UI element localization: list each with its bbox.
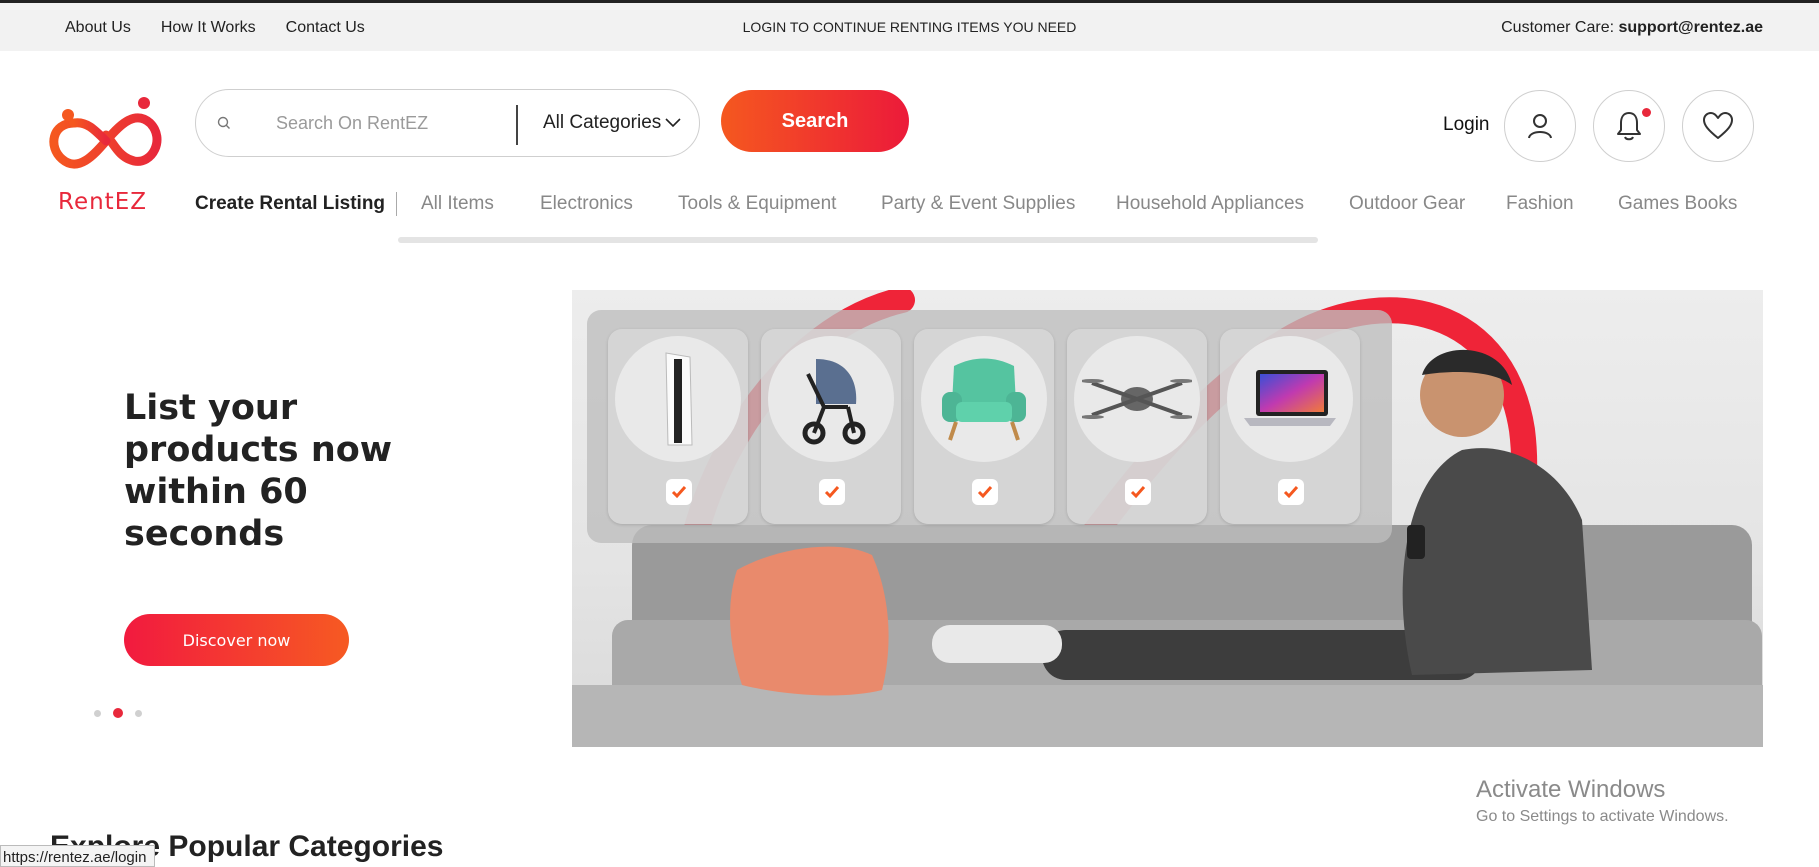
contact-us-link[interactable]: Contact Us (286, 19, 365, 37)
product-tile-laptop[interactable] (1220, 329, 1360, 524)
create-rental-listing-link[interactable]: Create Rental Listing (195, 193, 385, 215)
discover-now-button[interactable]: Discover now (124, 614, 349, 666)
search-bar: All Categories (195, 89, 700, 157)
customer-care: Customer Care: support@rentez.ae (1501, 19, 1763, 37)
laptop-icon (1244, 370, 1336, 426)
category-select[interactable]: All Categories (543, 112, 681, 134)
nav-tools-equipment[interactable]: Tools & Equipment (678, 193, 836, 215)
bell-icon (1617, 112, 1641, 141)
featured-products-panel (587, 310, 1392, 543)
login-link[interactable]: Login (1443, 114, 1490, 136)
account-button[interactable] (1504, 90, 1576, 162)
category-select-label: All Categories (543, 112, 662, 133)
carousel-dot[interactable] (94, 709, 101, 717)
game-console-icon (665, 352, 693, 446)
customer-care-label: Customer Care: (1501, 19, 1615, 36)
activate-windows-subtitle: Go to Settings to activate Windows. (1476, 808, 1729, 825)
chevron-down-icon (665, 118, 681, 128)
browser-status-url: https://rentez.ae/login (0, 845, 156, 867)
activate-windows-watermark: Activate Windows Go to Settings to activ… (1476, 776, 1729, 826)
nav-games-books[interactable]: Games Books (1618, 193, 1737, 215)
top-bar: About Us How It Works Contact Us LOGIN T… (0, 0, 1819, 51)
nav-fashion[interactable]: Fashion (1506, 193, 1574, 215)
product-tile-game-console[interactable] (608, 329, 748, 524)
logo-wordmark: RentEZ (58, 189, 147, 215)
how-it-works-link[interactable]: How It Works (161, 19, 256, 37)
checkbox-checked-icon[interactable] (666, 479, 692, 505)
carousel-dot-active[interactable] (113, 708, 123, 718)
about-us-link[interactable]: About Us (65, 19, 131, 37)
user-icon (1528, 114, 1552, 139)
hero-title: List your products now within 60 seconds (124, 388, 393, 554)
search-button[interactable]: Search (721, 90, 909, 152)
nav-separator (396, 192, 397, 216)
checkbox-checked-icon[interactable] (1125, 479, 1151, 505)
customer-care-email[interactable]: support@rentez.ae (1618, 19, 1763, 36)
nav-party-event-supplies[interactable]: Party & Event Supplies (881, 193, 1075, 215)
search-divider (516, 105, 518, 145)
top-links: About Us How It Works Contact Us (65, 19, 365, 37)
checkbox-checked-icon[interactable] (1278, 479, 1304, 505)
checkbox-checked-icon[interactable] (972, 479, 998, 505)
logo-mark-icon (49, 97, 162, 169)
checkbox-checked-icon[interactable] (819, 479, 845, 505)
nav-outdoor-gear[interactable]: Outdoor Gear (1349, 193, 1465, 215)
heart-icon (1703, 112, 1733, 139)
notifications-button[interactable] (1593, 90, 1665, 162)
drone-icon (1082, 379, 1192, 419)
nav-household-appliances[interactable]: Household Appliances (1116, 193, 1304, 215)
product-tile-stroller[interactable] (761, 329, 901, 524)
carousel-dot[interactable] (135, 709, 142, 717)
nav-electronics[interactable]: Electronics (540, 193, 633, 215)
hero-banner-image (572, 290, 1763, 747)
rentez-logo[interactable]: RentEZ (44, 85, 170, 215)
activate-windows-title: Activate Windows (1476, 776, 1666, 803)
category-nav-scrollbar[interactable] (398, 237, 1318, 243)
search-input[interactable] (276, 110, 496, 136)
wishlist-button[interactable] (1682, 90, 1754, 162)
stroller-icon (802, 359, 866, 445)
search-icon (217, 116, 230, 129)
product-tile-armchair[interactable] (914, 329, 1054, 524)
armchair-icon (942, 358, 1026, 441)
carousel-dots (94, 708, 142, 718)
product-tile-drone[interactable] (1067, 329, 1207, 524)
notification-dot (1642, 108, 1651, 117)
nav-all-items[interactable]: All Items (421, 193, 494, 215)
